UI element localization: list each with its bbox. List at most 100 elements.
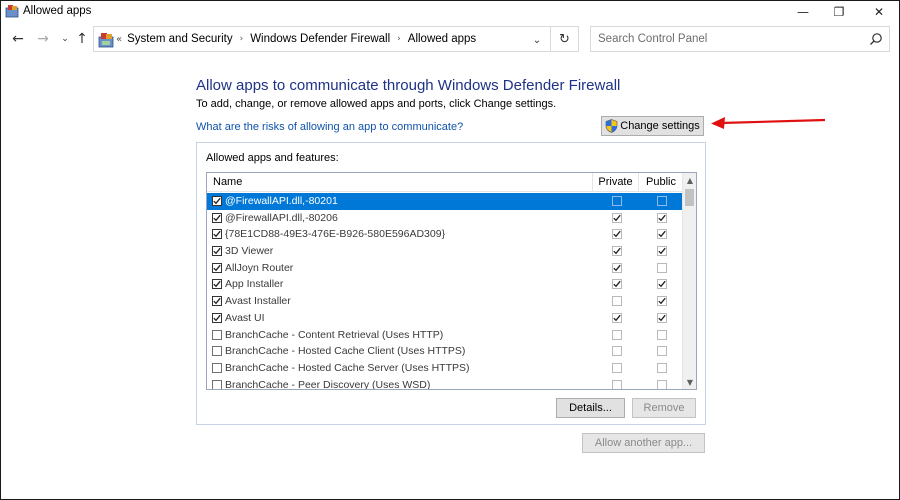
public-network-checkbox[interactable] — [657, 296, 667, 307]
allowed-apps-list[interactable]: Name Private Public @FirewallAPI.dll,-80… — [206, 172, 697, 390]
allow-another-app-button[interactable]: Allow another app... — [582, 433, 705, 453]
private-network-checkbox[interactable] — [612, 379, 622, 389]
app-name: BranchCache - Peer Discovery (Uses WSD) — [225, 378, 431, 390]
control-panel-icon — [5, 5, 19, 18]
public-network-checkbox[interactable] — [657, 362, 667, 373]
app-name: 3D Viewer — [225, 245, 274, 258]
app-enabled-checkbox[interactable] — [212, 312, 222, 323]
private-network-checkbox[interactable] — [612, 229, 622, 240]
table-row[interactable]: Avast Installer — [207, 293, 683, 310]
recent-locations-chevron-icon[interactable]: ⌄ — [56, 29, 74, 49]
public-network-checkbox[interactable] — [657, 346, 667, 357]
allowed-apps-label: Allowed apps and features: — [206, 152, 339, 164]
private-network-checkbox[interactable] — [612, 279, 622, 290]
table-row[interactable]: @FirewallAPI.dll,-80206 — [207, 210, 683, 227]
search-input[interactable] — [591, 27, 861, 51]
public-network-checkbox[interactable] — [657, 312, 667, 323]
app-enabled-checkbox[interactable] — [212, 212, 222, 223]
scroll-up-icon[interactable]: ▲ — [683, 173, 696, 187]
public-network-checkbox[interactable] — [657, 246, 667, 257]
column-header-name[interactable]: Name — [207, 173, 592, 192]
app-enabled-checkbox[interactable] — [212, 329, 222, 340]
app-enabled-checkbox[interactable] — [212, 346, 222, 357]
search-box[interactable] — [590, 26, 890, 52]
title-bar: Allowed apps — ❐ ✕ — [1, 1, 899, 23]
up-arrow-icon[interactable]: ↑ — [73, 29, 91, 49]
allowed-apps-window: Allowed apps — ❐ ✕ ← → ⌄ ↑ « System and … — [0, 0, 900, 500]
table-row[interactable]: BranchCache - Content Retrieval (Uses HT… — [207, 327, 683, 344]
list-scrollbar[interactable]: ▲ ▼ — [682, 173, 696, 389]
breadcrumb-overflow-icon[interactable]: « — [116, 34, 122, 45]
app-enabled-checkbox[interactable] — [212, 279, 222, 290]
back-arrow-icon[interactable]: ← — [9, 29, 27, 49]
table-row[interactable]: App Installer — [207, 276, 683, 293]
table-row[interactable]: BranchCache - Hosted Cache Server (Uses … — [207, 360, 683, 377]
app-enabled-checkbox[interactable] — [212, 262, 222, 273]
app-enabled-checkbox[interactable] — [212, 246, 222, 257]
private-network-checkbox[interactable] — [612, 312, 622, 323]
app-name: @FirewallAPI.dll,-80206 — [225, 211, 338, 224]
breadcrumb-separator-icon[interactable]: › — [397, 34, 401, 44]
search-icon[interactable] — [869, 32, 883, 46]
scroll-thumb[interactable] — [685, 189, 694, 206]
remove-button[interactable]: Remove — [632, 398, 696, 418]
public-network-checkbox[interactable] — [657, 379, 667, 389]
private-network-checkbox[interactable] — [612, 246, 622, 257]
private-network-checkbox[interactable] — [612, 362, 622, 373]
public-network-checkbox[interactable] — [657, 212, 667, 223]
table-row[interactable]: 3D Viewer — [207, 243, 683, 260]
page-description: To add, change, or remove allowed apps a… — [196, 98, 557, 110]
forward-arrow-icon[interactable]: → — [34, 29, 52, 49]
app-rows: @FirewallAPI.dll,-80201 @FirewallAPI.dll,… — [207, 193, 683, 390]
private-network-checkbox[interactable] — [612, 212, 622, 223]
app-name: @FirewallAPI.dll,-80201 — [225, 195, 338, 207]
private-network-checkbox[interactable] — [612, 262, 622, 273]
column-header-private[interactable]: Private — [592, 173, 638, 192]
table-row[interactable]: {78E1CD88-49E3-476E-B926-580E596AD309} — [207, 226, 683, 243]
app-enabled-checkbox[interactable] — [212, 362, 222, 373]
page-title: Allow apps to communicate through Window… — [196, 77, 621, 94]
public-network-checkbox[interactable] — [657, 196, 667, 206]
public-network-checkbox[interactable] — [657, 279, 667, 290]
red-annotation-arrow-icon — [711, 117, 826, 129]
change-settings-button[interactable]: Change settings — [601, 116, 704, 136]
breadcrumb-system-and-security[interactable]: System and Security — [127, 33, 232, 45]
details-button[interactable]: Details... — [556, 398, 625, 418]
table-row[interactable]: AllJoyn Router — [207, 260, 683, 277]
table-row[interactable]: BranchCache - Peer Discovery (Uses WSD) — [207, 377, 683, 390]
app-name: {78E1CD88-49E3-476E-B926-580E596AD309} — [225, 228, 446, 241]
app-name: BranchCache - Hosted Cache Server (Uses … — [225, 361, 470, 374]
table-row[interactable]: @FirewallAPI.dll,-80201 — [207, 193, 683, 210]
allowed-apps-group: Allowed apps and features: Name Private … — [196, 142, 706, 425]
table-row[interactable]: Avast UI — [207, 310, 683, 327]
breadcrumb: « System and Security › Windows Defender… — [116, 33, 476, 45]
app-enabled-checkbox[interactable] — [212, 196, 222, 206]
column-header-public[interactable]: Public — [638, 173, 683, 192]
app-enabled-checkbox[interactable] — [212, 296, 222, 307]
breadcrumb-windows-defender-firewall[interactable]: Windows Defender Firewall — [250, 33, 390, 45]
close-button[interactable]: ✕ — [857, 1, 900, 23]
maximize-button[interactable]: ❐ — [817, 1, 861, 23]
app-enabled-checkbox[interactable] — [212, 379, 222, 389]
address-bar[interactable]: « System and Security › Windows Defender… — [93, 26, 579, 52]
change-settings-label: Change settings — [620, 120, 700, 132]
app-enabled-checkbox[interactable] — [212, 229, 222, 240]
private-network-checkbox[interactable] — [612, 196, 622, 206]
address-dropdown-chevron-icon[interactable]: ⌄ — [528, 31, 546, 49]
table-row[interactable]: BranchCache - Hosted Cache Client (Uses … — [207, 343, 683, 360]
public-network-checkbox[interactable] — [657, 262, 667, 273]
public-network-checkbox[interactable] — [657, 229, 667, 240]
private-network-checkbox[interactable] — [612, 296, 622, 307]
breadcrumb-separator-icon[interactable]: › — [240, 34, 244, 44]
private-network-checkbox[interactable] — [612, 329, 622, 340]
app-name: Avast Installer — [225, 295, 291, 308]
app-name: BranchCache - Content Retrieval (Uses HT… — [225, 328, 444, 341]
uac-shield-icon — [605, 119, 618, 133]
app-name: AllJoyn Router — [225, 261, 294, 274]
refresh-icon[interactable]: ↻ — [550, 27, 578, 51]
risks-link[interactable]: What are the risks of allowing an app to… — [196, 121, 463, 133]
scroll-down-icon[interactable]: ▼ — [683, 375, 696, 389]
private-network-checkbox[interactable] — [612, 346, 622, 357]
public-network-checkbox[interactable] — [657, 329, 667, 340]
breadcrumb-allowed-apps[interactable]: Allowed apps — [408, 33, 476, 45]
